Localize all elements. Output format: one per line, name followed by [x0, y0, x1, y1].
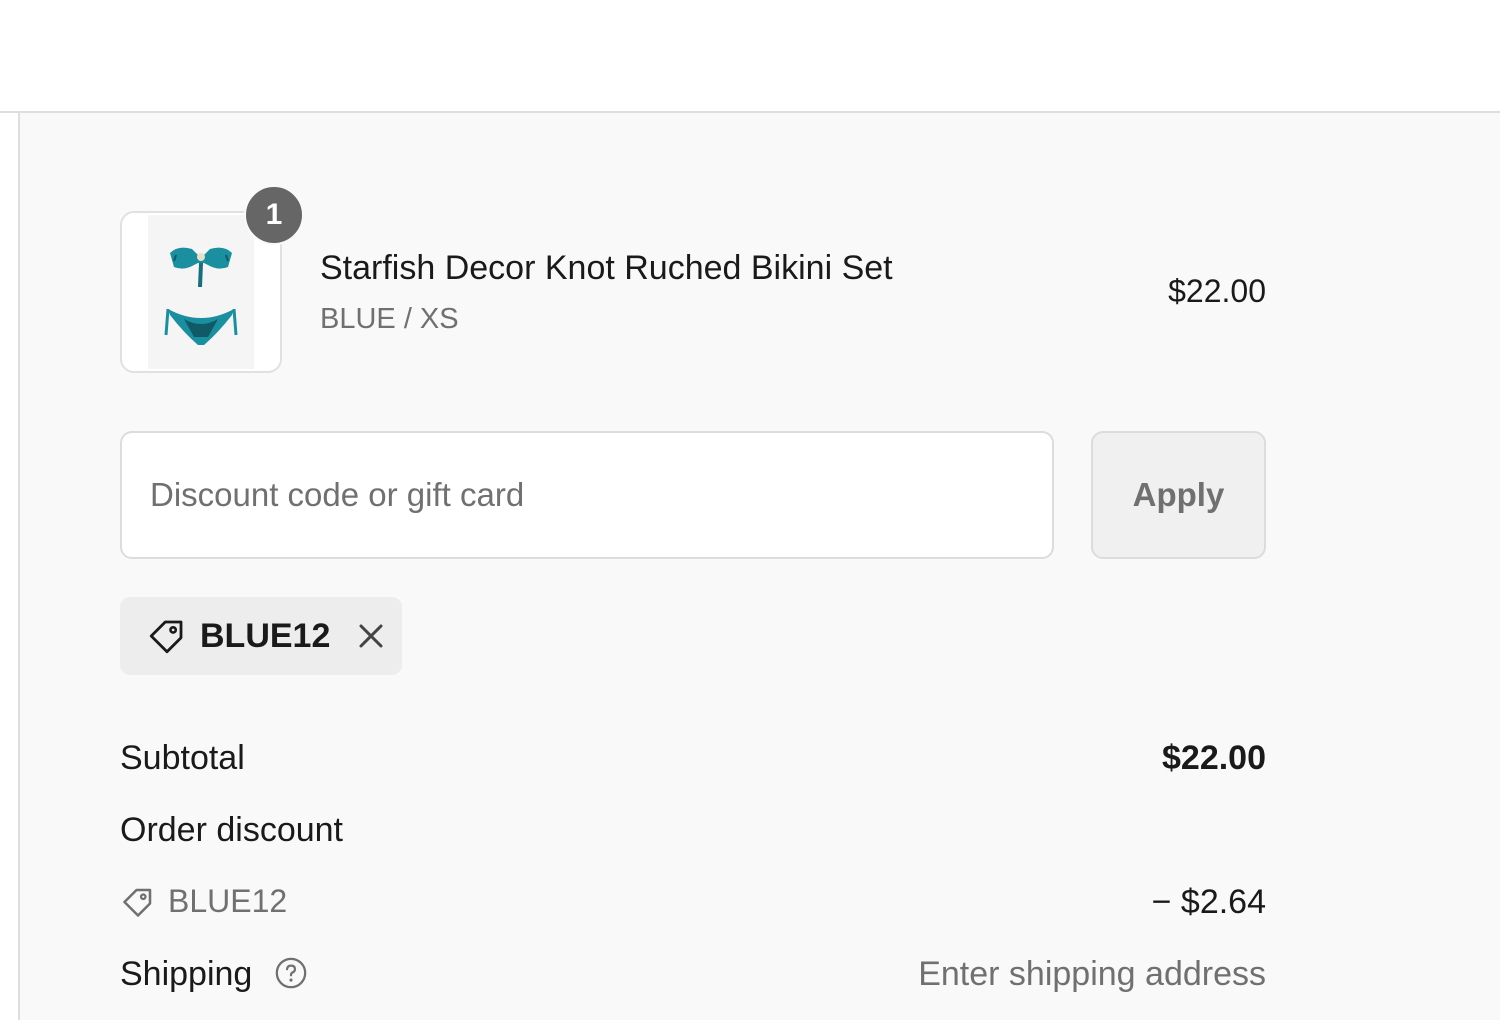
applied-code-label: BLUE12: [200, 616, 331, 655]
product-name: Starfish Decor Knot Ruched Bikini Set: [320, 249, 893, 287]
shipping-value: Enter shipping address: [918, 955, 1266, 993]
product-thumbnail: 1: [120, 185, 304, 373]
applied-discount-chip: BLUE12: [120, 597, 402, 675]
discount-code-row: BLUE12 − $2.64: [120, 883, 1266, 929]
discount-amount: − $2.64: [1151, 883, 1266, 921]
close-icon[interactable]: [356, 621, 386, 651]
product-variant: BLUE / XS: [320, 303, 459, 335]
subtotal-row: Subtotal $22.00: [120, 739, 1266, 778]
product-image: [148, 215, 254, 369]
discount-code-input[interactable]: [120, 431, 1054, 559]
order-discount-row: Order discount: [120, 811, 1266, 850]
line-item: 1 Starfish Decor Knot Ruched Bikini Set …: [120, 185, 1266, 381]
tag-icon: [149, 620, 183, 654]
subtotal-value: $22.00: [1162, 739, 1266, 777]
order-discount-label: Order discount: [120, 811, 343, 849]
tag-icon: [123, 888, 152, 917]
bikini-product-image: [164, 247, 238, 345]
order-summary-panel: 1 Starfish Decor Knot Ruched Bikini Set …: [18, 113, 1500, 1020]
header-bar: [0, 0, 1500, 113]
shipping-label: Shipping: [120, 955, 253, 993]
question-circle-icon[interactable]: [274, 956, 308, 990]
shipping-row: Shipping Enter shipping address: [120, 955, 1266, 994]
discount-code-text: BLUE12: [168, 883, 288, 919]
quantity-badge: 1: [244, 185, 304, 245]
subtotal-label: Subtotal: [120, 739, 245, 777]
apply-discount-button[interactable]: Apply: [1091, 431, 1266, 559]
product-price: $22.00: [1168, 273, 1266, 309]
